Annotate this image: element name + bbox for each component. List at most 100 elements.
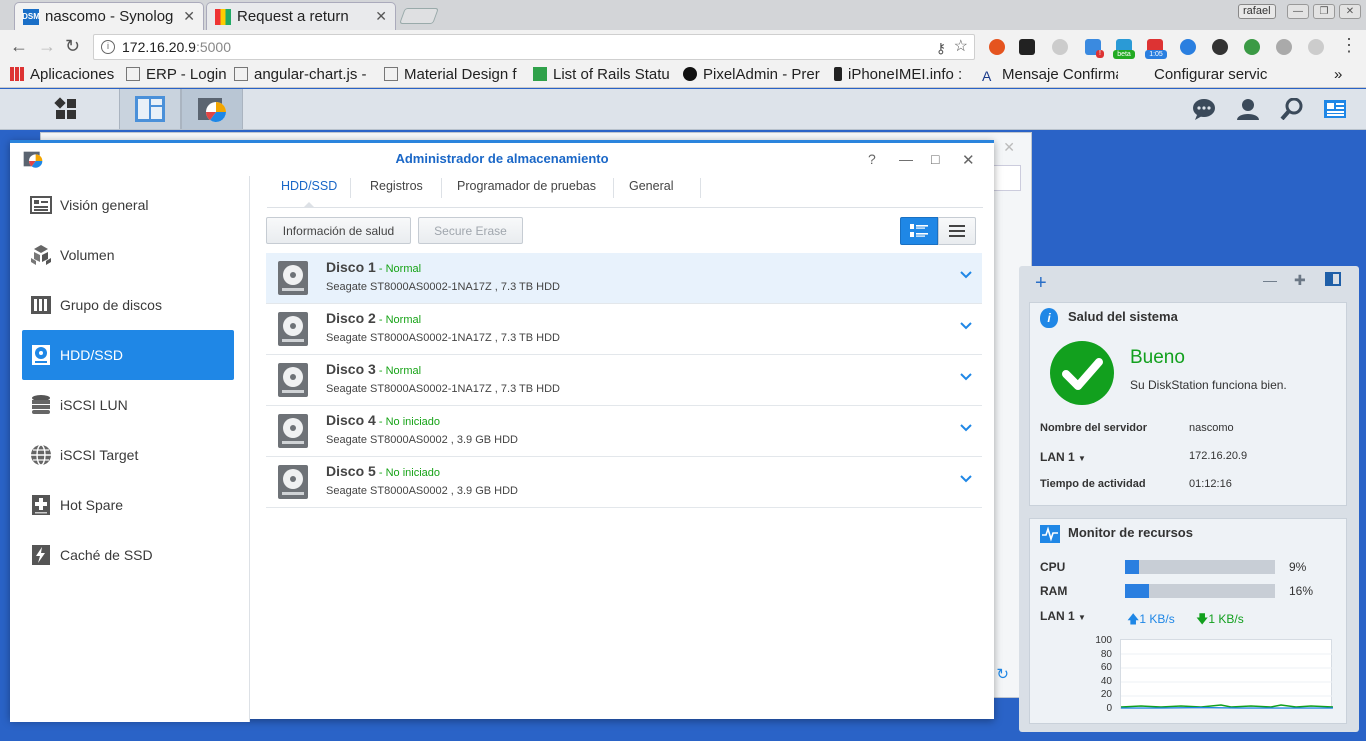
tab-programador[interactable]: Programador de pruebas (443, 176, 610, 208)
extension-f-icon[interactable] (1276, 39, 1292, 55)
close-window-button[interactable]: ✕ (1339, 4, 1361, 19)
extension-clock-icon[interactable] (1212, 39, 1228, 55)
widgets-icon[interactable] (1323, 98, 1347, 120)
sidebar-label: Hot Spare (60, 497, 124, 513)
extension-glasses-icon[interactable] (1019, 39, 1035, 55)
system-health-widget: i Salud del sistema Bueno Su DiskStation… (1029, 302, 1347, 506)
lan-selector[interactable]: LAN 1 ▼ (1040, 450, 1086, 464)
bookmark-pixeladmin[interactable]: PixelAdmin - Prer (683, 66, 821, 83)
sidebar-item-hot-spare[interactable]: Hot Spare (22, 480, 234, 530)
close-icon[interactable]: ✕ (962, 151, 975, 169)
window-titlebar[interactable]: Administrador de almacenamiento ? — □ ✕ (10, 143, 994, 176)
disk-row[interactable]: Disco 5 - No iniciado Seagate ST8000AS000… (266, 457, 982, 508)
back-icon[interactable]: ← (10, 36, 28, 57)
disk-status: Normal (385, 365, 422, 377)
chevron-down-icon[interactable] (960, 320, 972, 332)
ssd-cache-icon (32, 545, 50, 565)
chevron-down-icon[interactable] (960, 269, 972, 281)
sidebar-item-ssd-cache[interactable]: Caché de SSD (22, 530, 234, 580)
disk-name: Disco 3 - Normal (326, 361, 421, 377)
disk-title: Disco 5 (326, 463, 376, 479)
minimize-widget-icon[interactable]: — (1263, 272, 1277, 288)
ok-check-icon (1050, 341, 1114, 405)
disk-title: Disco 4 (326, 412, 376, 428)
bookmark-mensaje[interactable]: A Mensaje Confirma (982, 66, 1118, 83)
hdd-disk-icon (278, 465, 308, 499)
address-bar[interactable]: i 172.16.20.9:5000 ⚷ ☆ (93, 34, 975, 60)
new-tab-button[interactable] (399, 8, 439, 24)
tab-general[interactable]: General (615, 176, 687, 208)
restore-window-button[interactable]: ❐ (1313, 4, 1335, 19)
tab-request-return[interactable]: Request a return ✕ (206, 2, 396, 30)
user-icon[interactable] (1236, 98, 1260, 120)
bookmark-material-design[interactable]: Material Design f (384, 66, 520, 83)
extension-gray-icon[interactable] (1052, 39, 1068, 55)
chat-icon[interactable] (1192, 98, 1216, 120)
close-icon[interactable]: ✕ (1003, 139, 1015, 156)
disk-row[interactable]: Disco 2 - Normal Seagate ST8000AS0002-1NA… (266, 304, 982, 355)
help-icon[interactable]: ? (868, 151, 876, 167)
add-widget-button[interactable]: + (1035, 272, 1047, 295)
background-field[interactable] (993, 165, 1021, 191)
health-info-button[interactable]: Información de salud (266, 217, 411, 244)
search-icon[interactable] (1280, 98, 1304, 120)
bookmark-erp[interactable]: ERP - Login (126, 66, 226, 83)
sidebar-item-overview[interactable]: Visión general (22, 180, 234, 230)
extension-hangouts-icon[interactable] (1244, 39, 1260, 55)
disk-status-separator: - (375, 467, 386, 479)
minimize-window-button[interactable]: — (1287, 4, 1309, 19)
forward-icon[interactable]: → (38, 36, 56, 57)
monitor-lan-selector[interactable]: LAN 1 ▼ (1040, 609, 1086, 623)
tab-registros[interactable]: Registros (356, 176, 437, 208)
chevron-down-icon[interactable] (960, 473, 972, 485)
refresh-icon[interactable]: ↻ (996, 665, 1009, 683)
tab-synology[interactable]: DSM nascomo - Synolog ✕ (14, 2, 204, 30)
tab-title: Request a return (237, 8, 349, 25)
pin-icon[interactable]: ✚ (1294, 272, 1306, 289)
secure-erase-button[interactable]: Secure Erase (418, 217, 523, 244)
sidebar-item-iscsi-lun[interactable]: iSCSI LUN (22, 380, 234, 430)
key-icon[interactable]: ⚷ (936, 36, 946, 60)
disk-name: Disco 5 - No iniciado (326, 463, 440, 479)
health-message: Su DiskStation funciona bien. (1130, 378, 1287, 392)
bookmark-rails-status[interactable]: List of Rails Statu (533, 66, 669, 83)
list-view-button[interactable] (938, 217, 976, 245)
disk-status: Normal (385, 263, 422, 275)
taskbar-app-control-panel[interactable] (119, 89, 181, 129)
sidebar-item-volume[interactable]: Volumen (22, 230, 234, 280)
bookmark-configurar[interactable]: Configurar servic (1154, 66, 1270, 83)
close-tab-icon[interactable]: ✕ (183, 8, 195, 25)
bookmark-angular-chart[interactable]: angular-chart.js - (234, 66, 372, 83)
panel-toggle-icon[interactable] (1325, 272, 1341, 286)
extension-circle-icon[interactable] (1308, 39, 1324, 55)
info-icon[interactable]: i (101, 40, 115, 54)
storage-manager-window: Administrador de almacenamiento ? — □ ✕ … (10, 140, 994, 722)
upload-arrow-icon: 🡅 (1127, 612, 1140, 626)
disk-row[interactable]: Disco 4 - No iniciado Seagate ST8000AS000… (266, 406, 982, 457)
disk-row[interactable]: Disco 1 - Normal Seagate ST8000AS0002-1NA… (266, 253, 982, 304)
page-icon (126, 67, 140, 81)
detail-view-button[interactable] (900, 217, 938, 245)
sidebar-item-iscsi-target[interactable]: iSCSI Target (22, 430, 234, 480)
reload-icon[interactable]: ↻ (65, 36, 80, 57)
close-tab-icon[interactable]: ✕ (375, 8, 387, 25)
sidebar-item-hdd-ssd[interactable]: HDD/SSD (22, 330, 234, 380)
disk-row[interactable]: Disco 3 - Normal Seagate ST8000AS0002-1NA… (266, 355, 982, 406)
chevron-down-icon[interactable] (960, 422, 972, 434)
extension-fire-icon[interactable] (989, 39, 1005, 55)
chevron-down-icon[interactable] (960, 371, 972, 383)
extension-globe-icon[interactable] (1180, 39, 1196, 55)
bookmark-iphoneimei[interactable]: iPhoneIMEI.info : (834, 66, 970, 83)
overview-icon (30, 196, 52, 214)
sidebar-item-disk-group[interactable]: Grupo de discos (22, 280, 234, 330)
taskbar-app-storage-manager[interactable] (181, 89, 243, 129)
resource-monitor-widget: Monitor de recursos CPU 9% RAM 16% LAN 1… (1029, 518, 1347, 724)
menu-dots-icon[interactable]: ⋮ (1340, 35, 1358, 56)
bookmark-star-icon[interactable]: ☆ (954, 35, 968, 59)
main-menu-button[interactable] (22, 89, 110, 129)
bookmarks-overflow-button[interactable]: » (1334, 66, 1342, 83)
bookmark-apps[interactable]: Aplicaciones (10, 66, 114, 83)
maximize-icon[interactable]: □ (931, 151, 939, 167)
profile-badge[interactable]: rafael (1238, 4, 1276, 19)
minimize-icon[interactable]: — (899, 151, 913, 167)
